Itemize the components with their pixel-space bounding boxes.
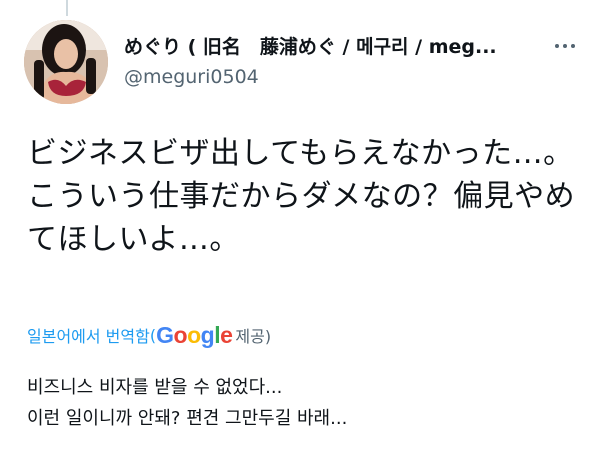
- tweet: めぐり ( 旧名 藤浦めぐ / 메구리 / meg... @meguri0504…: [0, 0, 600, 463]
- translated-text-line: 이런 일이니까 안돼? 편견 그만두길 바래...: [27, 408, 348, 429]
- tweet-text-line: こういう仕事だからダメなの？偏見やめ: [27, 179, 576, 214]
- thread-connector-line: [66, 0, 68, 16]
- profile-photo-icon: [24, 20, 108, 104]
- tweet-text: ビジネスビザ出してもらえなかった…。 こういう仕事だからダメなの？偏見やめ てほ…: [27, 132, 587, 261]
- tweet-text-line: ビジネスビザ出してもらえなかった…。: [27, 136, 574, 171]
- translation-attribution: 일본어에서 번역함 ( Google 제공): [27, 320, 271, 350]
- more-dot: [563, 44, 567, 48]
- more-horizontal-icon: [555, 44, 559, 48]
- google-letter: g: [200, 321, 215, 348]
- google-letter: o: [187, 321, 201, 348]
- google-letter: e: [220, 321, 233, 348]
- tweet-text-line: てほしいよ…。: [27, 222, 240, 257]
- translated-text: 비즈니스 비자를 받을 수 없었다... 이런 일이니까 안돼? 편견 그만두길…: [27, 372, 587, 434]
- avatar[interactable]: [24, 20, 108, 104]
- author-display-name[interactable]: めぐり ( 旧名 藤浦めぐ / 메구리 / meg...: [124, 34, 534, 60]
- translated-text-line: 비즈니스 비자를 받을 수 없었다...: [27, 377, 283, 398]
- google-logo-icon: Google: [156, 321, 233, 349]
- google-letter: o: [173, 321, 188, 348]
- provided-by-label: 제공): [235, 327, 272, 346]
- tweet-header: めぐり ( 旧名 藤浦めぐ / 메구리 / meg... @meguri0504: [124, 34, 534, 90]
- more-dot: [571, 44, 575, 48]
- google-letter: G: [156, 321, 174, 348]
- translated-from-label[interactable]: 일본어에서 번역함: [27, 323, 150, 347]
- author-handle[interactable]: @meguri0504: [124, 64, 534, 90]
- more-options-button[interactable]: [550, 36, 580, 56]
